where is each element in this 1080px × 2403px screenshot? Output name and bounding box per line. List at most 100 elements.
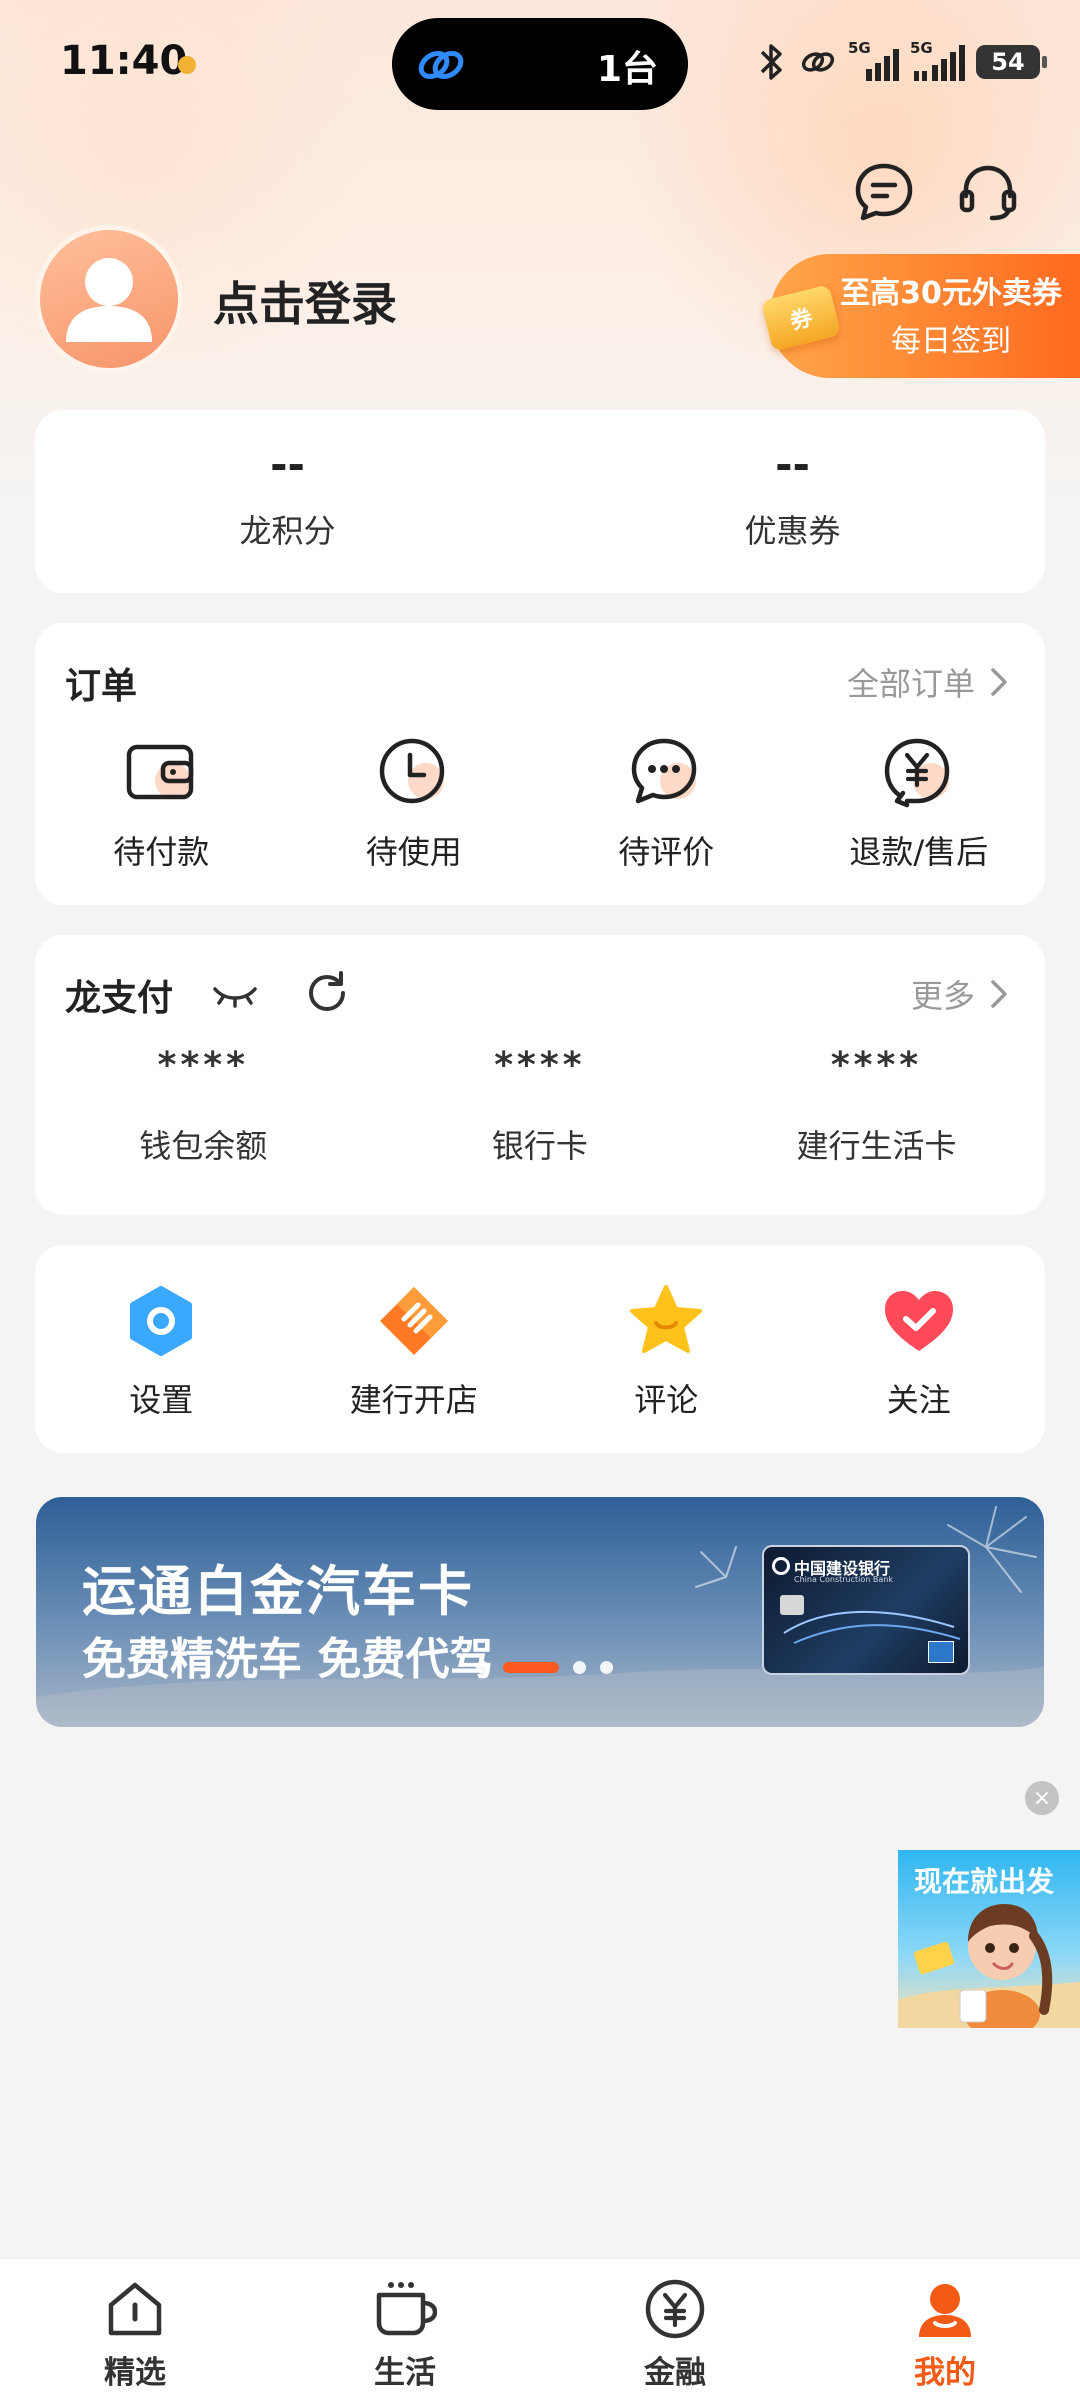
order-item-label: 退款/售后 xyxy=(849,833,989,871)
coupons-value: -- xyxy=(775,440,810,489)
tools-card: 设置 建行开店 评论 关注 xyxy=(35,1245,1045,1453)
profile-icon xyxy=(919,2284,971,2337)
bluetooth-icon xyxy=(760,44,782,80)
pay-item-label: 建行生活卡 xyxy=(796,1127,957,1165)
checkin-reward-text: 至高30元外卖券 xyxy=(840,276,1062,311)
heart-icon xyxy=(884,1291,953,1351)
order-to-use[interactable]: 待使用 xyxy=(288,733,541,873)
pay-item-label: 银行卡 xyxy=(491,1127,588,1165)
chevron-right-icon xyxy=(991,980,1007,1008)
promo-title: 运通白金汽车卡 xyxy=(82,1560,474,1623)
tool-item-label: 设置 xyxy=(129,1381,194,1419)
points-value: -- xyxy=(270,440,305,489)
carousel-dot[interactable] xyxy=(476,1661,489,1674)
floating-ad[interactable]: 现在就出发 xyxy=(898,1850,1080,2028)
wallet-balance-item[interactable]: **** 钱包余额 xyxy=(35,1045,372,1167)
tab-mine[interactable]: 我的 xyxy=(810,2259,1080,2403)
orders-title: 订单 xyxy=(65,666,138,707)
order-refund[interactable]: 退款/售后 xyxy=(793,733,1046,873)
masked-value: **** xyxy=(494,1045,586,1086)
comment-icon xyxy=(632,738,697,804)
masked-value: **** xyxy=(830,1045,923,1086)
battery-icon: 54 xyxy=(976,45,1047,79)
reviews-item[interactable]: 评论 xyxy=(540,1281,793,1421)
carousel-dot[interactable] xyxy=(600,1661,613,1674)
order-item-label: 待使用 xyxy=(365,833,462,871)
dynamic-island[interactable]: 1台 xyxy=(392,18,688,110)
signal-5g-label: 5G xyxy=(910,39,933,57)
settings-item[interactable]: 设置 xyxy=(35,1281,288,1421)
masked-value: **** xyxy=(157,1045,249,1086)
promo-banner[interactable]: 运通白金汽车卡 免费精洗车 免费代驾 中国建设银行 China Construc… xyxy=(36,1497,1044,1727)
close-ad-button[interactable]: × xyxy=(1025,1781,1059,1815)
cup-icon xyxy=(376,2282,437,2336)
pay-more-link[interactable]: 更多 xyxy=(911,971,1009,1017)
tab-label: 我的 xyxy=(914,2355,976,2391)
default-avatar-icon xyxy=(66,258,152,342)
pay-item-label: 钱包余额 xyxy=(139,1127,268,1165)
order-item-label: 待付款 xyxy=(113,833,210,871)
star-icon xyxy=(630,1285,703,1353)
shop-icon xyxy=(379,1287,448,1355)
status-bar: 11:40 1台 5G 5G 54 xyxy=(0,0,1080,130)
island-count: 1台 xyxy=(596,49,658,90)
notification-icon xyxy=(178,56,196,74)
chevron-right-icon xyxy=(991,668,1007,696)
orders-grid: 待付款 待使用 待评价 退款/售后 xyxy=(35,733,1045,873)
all-orders-link[interactable]: 全部订单 xyxy=(847,659,1009,705)
promo-subtitle: 免费精洗车 免费代驾 xyxy=(82,1634,494,1685)
tab-label: 生活 xyxy=(374,2355,436,2391)
link-icon xyxy=(418,51,464,79)
hide-eye-icon[interactable] xyxy=(211,969,259,1017)
daily-checkin-banner[interactable]: 券 至高30元外卖券 每日签到 xyxy=(760,254,1080,378)
points-card: -- 龙积分 -- 优惠券 xyxy=(35,410,1045,593)
signal-5g-icon: 5G xyxy=(910,39,965,81)
refund-icon xyxy=(884,738,950,808)
bank-card-item[interactable]: **** 银行卡 xyxy=(372,1045,709,1167)
cartoon-girl-illustration xyxy=(898,1904,1080,2028)
pay-grid: **** 钱包余额 **** 银行卡 **** 建行生活卡 xyxy=(35,1045,1045,1167)
home-icon xyxy=(108,2282,162,2336)
status-icons: 5G 5G 54 xyxy=(754,36,1047,88)
tools-grid: 设置 建行开店 评论 关注 xyxy=(35,1281,1045,1421)
signal-5g-icon: 5G xyxy=(848,39,899,81)
customer-service-icon[interactable] xyxy=(956,160,1020,224)
orders-card: 订单 全部订单 待付款 待使用 待评价 退款/售后 xyxy=(35,623,1045,905)
ccb-open-shop-item[interactable]: 建行开店 xyxy=(288,1281,541,1421)
tab-life[interactable]: 生活 xyxy=(270,2259,540,2403)
yuan-icon xyxy=(645,2279,705,2339)
tab-label: 金融 xyxy=(644,2355,706,2391)
refresh-icon[interactable] xyxy=(303,969,351,1017)
checkin-label: 每日签到 xyxy=(891,324,1011,359)
coupons-item[interactable]: -- 优惠券 xyxy=(540,440,1045,552)
settings-icon xyxy=(130,1286,193,1356)
following-item[interactable]: 关注 xyxy=(793,1281,1046,1421)
avatar[interactable] xyxy=(35,225,183,373)
clock-icon xyxy=(379,738,444,804)
tab-featured[interactable]: 精选 xyxy=(0,2259,270,2403)
carousel-dot-active[interactable] xyxy=(503,1662,559,1673)
tab-label: 精选 xyxy=(104,2355,166,2391)
message-icon[interactable] xyxy=(852,160,916,224)
points-label: 龙积分 xyxy=(239,512,336,550)
tab-finance[interactable]: 金融 xyxy=(540,2259,810,2403)
tool-item-label: 评论 xyxy=(634,1381,699,1419)
carousel-dot[interactable] xyxy=(573,1661,586,1674)
bottom-tab-bar: 精选 生活 金融 我的 xyxy=(0,2258,1080,2403)
dragon-pay-card: 龙支付 更多 **** 钱包余额 **** 银行卡 **** 建行生活卡 xyxy=(35,935,1045,1215)
tool-item-label: 关注 xyxy=(886,1381,951,1419)
order-to-review[interactable]: 待评价 xyxy=(540,733,793,873)
login-prompt[interactable]: 点击登录 xyxy=(213,268,397,334)
ccb-life-card-item[interactable]: **** 建行生活卡 xyxy=(708,1045,1045,1167)
link-status-icon xyxy=(801,52,835,72)
wallet-icon xyxy=(127,744,194,800)
points-item[interactable]: -- 龙积分 xyxy=(35,440,540,552)
order-pending-payment[interactable]: 待付款 xyxy=(35,733,288,873)
status-time: 11:40 xyxy=(60,38,188,84)
amex-logo-icon xyxy=(928,1641,954,1663)
pay-more-label: 更多 xyxy=(910,977,975,1015)
all-orders-label: 全部订单 xyxy=(846,665,975,703)
carousel-indicator xyxy=(476,1661,613,1674)
tool-item-label: 建行开店 xyxy=(349,1381,478,1419)
bank-card-image: 中国建设银行 China Construction Bank xyxy=(762,1545,970,1675)
